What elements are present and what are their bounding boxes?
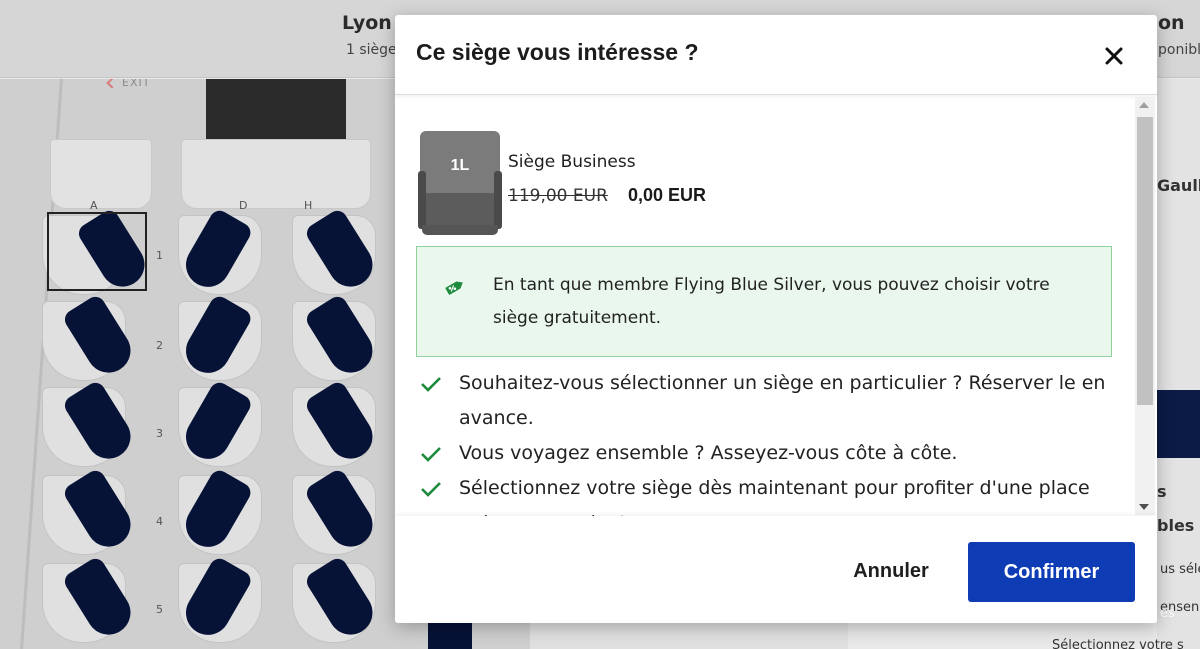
dialog-title: Ce siège vous intéresse ? [416,39,699,65]
side-panel-heading-2: bles [1157,516,1195,535]
side-panel-heading-1: s [1157,482,1167,501]
benefit-text: Vous voyagez ensemble ? Asseyez-vous côt… [459,442,958,464]
seat-confirmation-dialog: Ce siège vous intéresse ? 1L Siège Busin… [395,15,1157,623]
discount-tag-icon [445,281,463,295]
seat-code: 1L [450,157,470,174]
row-number-3: 3 [156,427,163,440]
origin-seat-count: 1 siège [346,42,397,58]
row-number-2: 2 [156,339,163,352]
galley [206,79,346,147]
column-letter-h: H [304,199,313,212]
row-number-4: 4 [156,515,163,528]
bulkhead-center [181,139,371,209]
seat-class-name: Siège Business [508,152,636,172]
destination-availability: ponible [1158,42,1200,58]
dialog-body: 1L Siège Business 119,00 EUR 0,00 EUR En… [395,96,1157,516]
loyalty-message: En tant que membre Flying Blue Silver, v… [493,275,1050,328]
check-icon [421,447,441,462]
dialog-header: Ce siège vous intéresse ? [395,15,1157,95]
scroll-down-arrow-icon[interactable] [1139,504,1149,510]
selected-seat-outline [47,212,147,291]
column-letter-a: A [90,199,98,212]
discounted-price: 0,00 EUR [628,185,707,205]
business-seat-icon: 1L [418,131,502,235]
scroll-up-arrow-icon[interactable] [1139,102,1149,108]
side-panel-line-1: us séle [1160,562,1200,577]
column-letter-d: D [239,199,248,212]
side-panel-line-3: Sélectionnez votre s [1052,638,1184,649]
bulkhead-left [50,139,152,209]
row-number-5: 5 [156,603,163,616]
side-panel-airport: Gaull [1157,176,1200,195]
row-number-1: 1 [156,249,163,262]
check-icon [421,482,441,497]
scroll-thumb[interactable] [1137,117,1153,405]
dialog-footer: Annuler Confirmer [395,516,1157,623]
list-item: Souhaitez-vous sélectionner un siège en … [416,366,1116,436]
exit-label: EXIT [122,79,151,89]
close-icon [1105,47,1123,65]
benefits-list: Souhaitez-vous sélectionner un siège en … [416,366,1116,516]
exit-arrow-icon [106,79,118,89]
loyalty-info-box: En tant que membre Flying Blue Silver, v… [416,246,1112,357]
list-item: Vous voyagez ensemble ? Asseyez-vous côt… [416,436,1116,471]
confirm-button[interactable]: Confirmer [968,542,1135,602]
side-panel-button[interactable] [1157,390,1200,458]
dialog-scrollbar[interactable] [1135,97,1155,515]
benefit-text: Sélectionnez votre siège dès maintenant … [459,477,1090,516]
check-icon [421,377,441,392]
original-price: 119,00 EUR [508,186,608,206]
origin-city: Lyon [342,12,392,34]
close-button[interactable] [1099,41,1129,71]
benefit-text: Souhaitez-vous sélectionner un siège en … [459,372,1106,429]
destination-city: on [1158,12,1185,34]
footer-fragment-2: es [1160,606,1175,621]
cancel-button[interactable]: Annuler [835,556,947,586]
list-item: Sélectionnez votre siège dès maintenant … [416,471,1116,516]
